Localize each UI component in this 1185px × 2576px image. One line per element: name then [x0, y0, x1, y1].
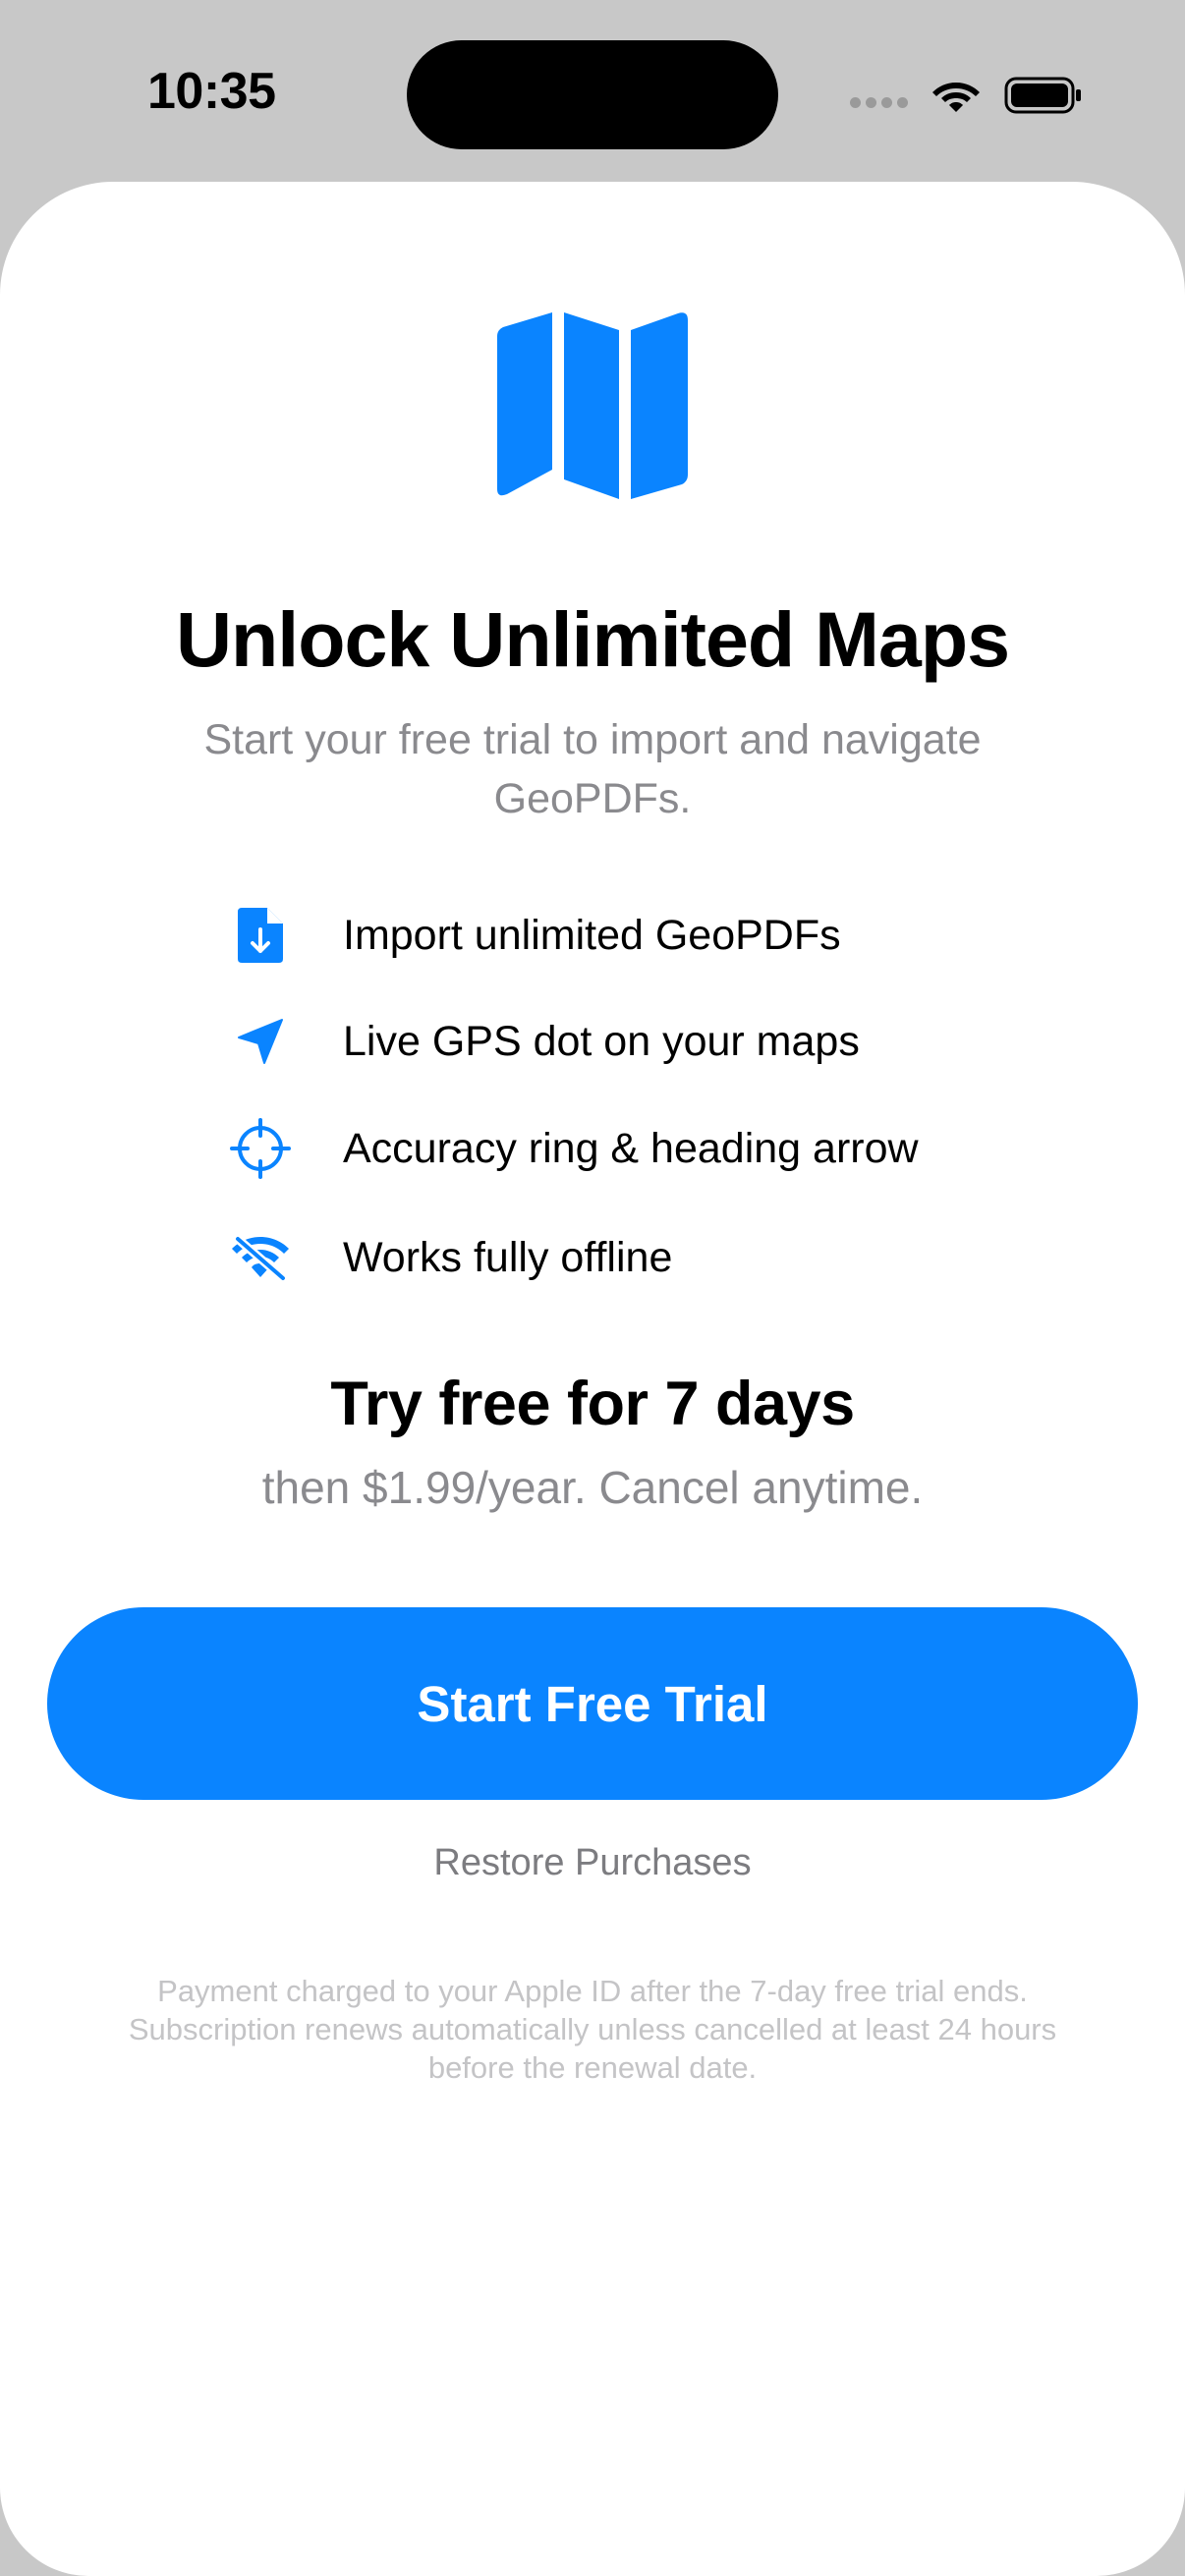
offer-title: Try free for 7 days	[330, 1370, 855, 1438]
wifi-off-icon	[226, 1223, 295, 1292]
feature-item-import: Import unlimited GeoPDFs	[226, 901, 841, 970]
status-icons	[850, 71, 1083, 120]
paywall-title: Unlock Unlimited Maps	[175, 595, 1010, 683]
cellular-icon	[850, 96, 908, 108]
legal-disclaimer: Payment charged to your Apple ID after t…	[128, 1974, 1057, 2085]
feature-label: Import unlimited GeoPDFs	[343, 911, 841, 959]
offer-subtitle: then $1.99/year. Cancel anytime.	[261, 1462, 924, 1513]
map-icon	[497, 312, 688, 499]
feature-item-gps: Live GPS dot on your maps	[226, 1007, 860, 1076]
feature-item-offline: Works fully offline	[226, 1223, 672, 1292]
status-time: 10:35	[147, 63, 276, 120]
battery-icon	[1004, 77, 1081, 114]
feature-label: Live GPS dot on your maps	[343, 1017, 860, 1065]
wifi-icon	[932, 83, 980, 112]
paywall-sheet: Unlock Unlimited Maps Start your free tr…	[0, 182, 1185, 2576]
start-free-trial-button[interactable]: Start Free Trial	[47, 1607, 1138, 1800]
feature-label: Works fully offline	[343, 1233, 673, 1281]
feature-label: Accuracy ring & heading arrow	[343, 1124, 919, 1172]
feature-item-accuracy: Accuracy ring & heading arrow	[226, 1114, 919, 1183]
document-download-icon	[226, 901, 295, 970]
location-arrow-icon	[226, 1007, 295, 1076]
status-bar: 10:35	[0, 0, 1185, 182]
crosshair-icon	[226, 1114, 295, 1183]
paywall-subtitle: Start your free trial to import and navi…	[203, 716, 982, 822]
dynamic-island	[407, 40, 778, 149]
restore-purchases-link[interactable]: Restore Purchases	[0, 1842, 1185, 1884]
